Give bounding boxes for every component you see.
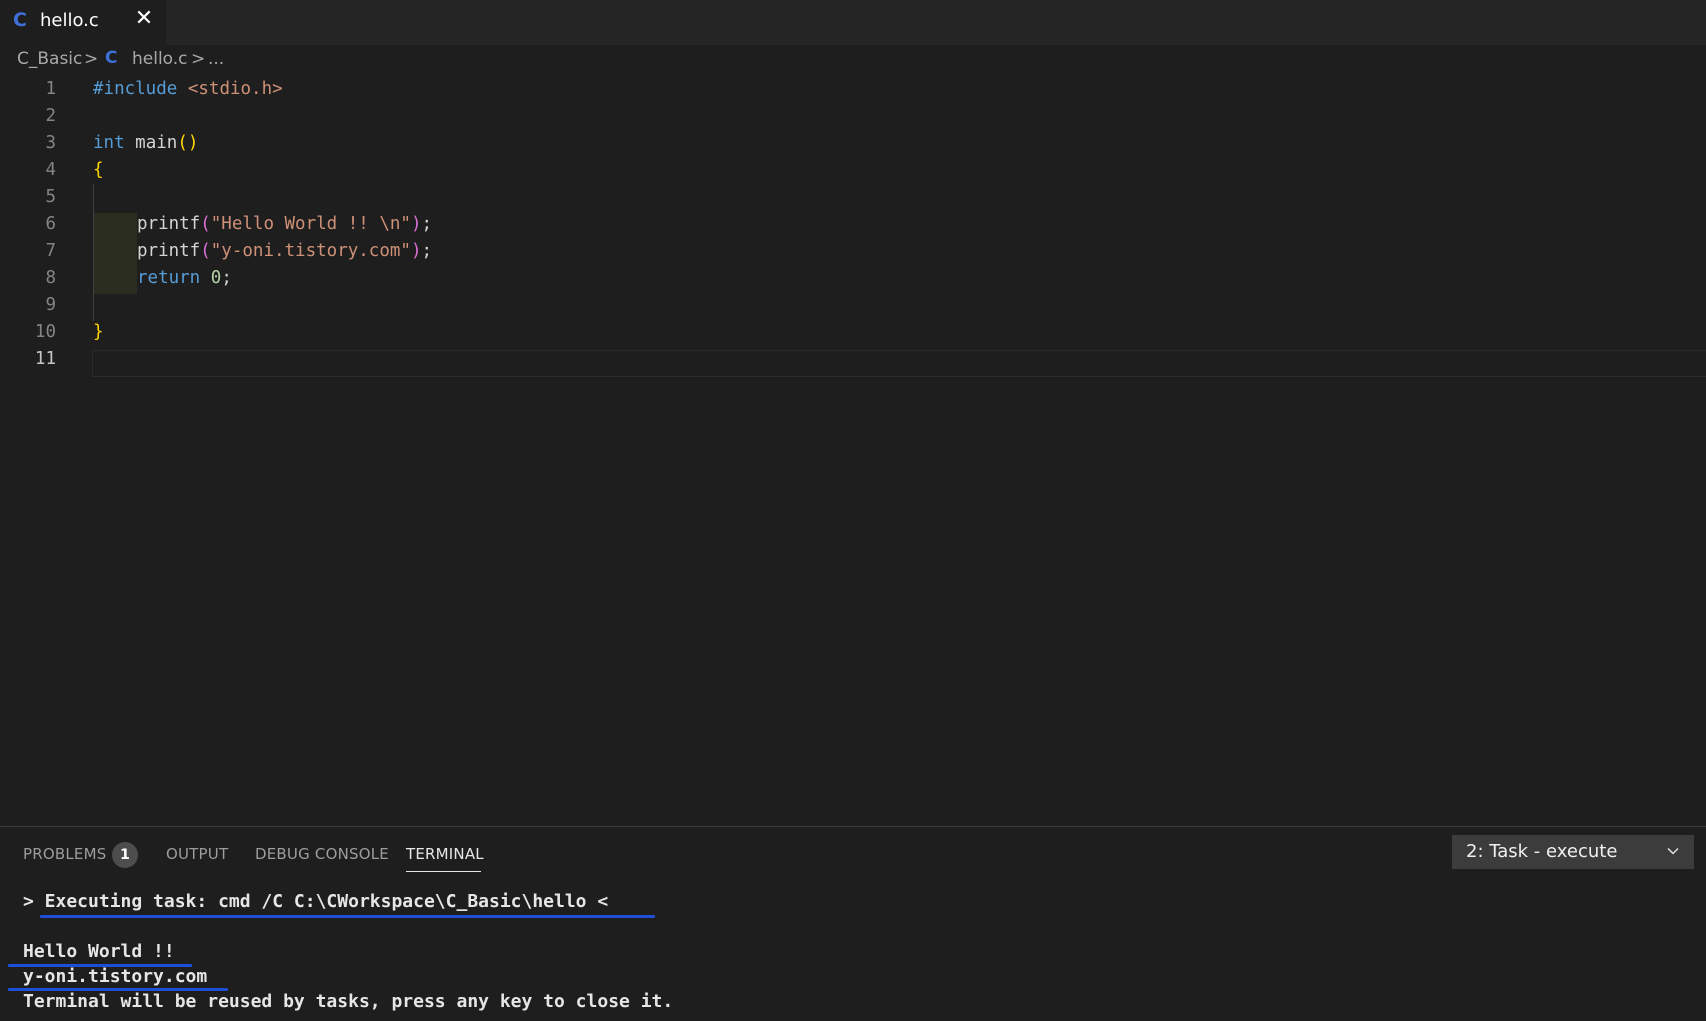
number-literal: 0 <box>210 268 222 288</box>
string-literal: "Hello World !! \n" <box>210 214 411 234</box>
parens: () <box>177 133 199 153</box>
breadcrumb-file[interactable]: hello.c <box>132 49 188 69</box>
include-directive: #include <box>93 79 178 99</box>
line-number: 2 <box>45 106 56 126</box>
semicolon: ; <box>421 241 433 261</box>
terminal-selector-value: 2: Task - execute <box>1466 841 1618 862</box>
close-paren: ) <box>410 241 422 261</box>
code-line-1: #include <stdio.h> <box>93 76 283 103</box>
current-line-highlight <box>92 350 1706 377</box>
call-name: printf <box>137 214 201 234</box>
bottom-panel: PROBLEMS 1 OUTPUT DEBUG CONSOLE TERMINAL… <box>0 826 1706 1021</box>
line-number: 5 <box>45 187 56 207</box>
code-line-3: int main() <box>93 130 198 157</box>
line-number: 10 <box>34 322 56 342</box>
line-number: 7 <box>45 241 56 261</box>
terminal-output-line: y-oni.tistory.com <box>23 966 208 987</box>
include-header: <stdio.h> <box>187 79 283 99</box>
tab-output[interactable]: OUTPUT <box>166 845 228 863</box>
type-keyword: int <box>93 133 125 153</box>
code-line-8: return 0; <box>137 265 232 292</box>
close-brace: } <box>93 322 104 342</box>
code-line-6: printf("Hello World !! \n"); <box>137 211 432 238</box>
highlight-underline <box>40 915 655 918</box>
call-name: printf <box>137 241 201 261</box>
tab-hello-c[interactable]: C hello.c ✕ <box>0 0 166 45</box>
line-number: 6 <box>45 214 56 234</box>
c-file-icon: C <box>13 9 27 31</box>
code-line-7: printf("y-oni.tistory.com"); <box>137 238 432 265</box>
string-literal: "y-oni.tistory.com" <box>210 241 411 261</box>
tab-debug-console[interactable]: DEBUG CONSOLE <box>255 845 389 863</box>
breadcrumb-folder[interactable]: C_Basic <box>17 49 82 69</box>
function-name: main <box>135 133 178 153</box>
line-number: 4 <box>45 160 56 180</box>
close-paren: ) <box>410 214 422 234</box>
open-paren: ( <box>200 241 211 261</box>
terminal-selector[interactable]: 2: Task - execute <box>1452 835 1694 869</box>
code-line-10: } <box>93 319 104 346</box>
line-number: 1 <box>45 79 56 99</box>
chevron-down-icon <box>1667 847 1679 855</box>
active-tab-indicator <box>406 871 481 872</box>
indent-guide <box>93 184 94 321</box>
tab-label: hello.c <box>40 10 99 31</box>
open-paren: ( <box>200 214 211 234</box>
tab-terminal[interactable]: TERMINAL <box>406 845 484 863</box>
line-number: 9 <box>45 295 56 315</box>
editor-tab-bar: C hello.c ✕ <box>0 0 1706 45</box>
indent-highlight <box>93 213 137 294</box>
code-editor[interactable]: 1 2 3 4 5 6 7 8 9 10 11 #include <stdio.… <box>0 74 1706 826</box>
terminal-reuse-message: Terminal will be reused by tasks, press … <box>23 991 674 1012</box>
breadcrumb: C_Basic > C hello.c > ... <box>0 48 600 74</box>
code-line-4: { <box>93 157 104 184</box>
semicolon: ; <box>221 268 232 288</box>
breadcrumb-ellipsis[interactable]: ... <box>208 49 224 69</box>
problems-count-badge: 1 <box>112 842 138 868</box>
line-number: 8 <box>45 268 56 288</box>
return-keyword: return <box>137 268 201 288</box>
open-brace: { <box>93 160 104 180</box>
c-file-icon: C <box>105 48 118 68</box>
terminal-executing-line: > Executing task: cmd /C C:\CWorkspace\C… <box>23 891 609 912</box>
line-number: 3 <box>45 133 56 153</box>
line-number-active: 11 <box>34 349 56 369</box>
chevron-right-icon: > <box>191 49 206 69</box>
close-icon[interactable]: ✕ <box>131 6 157 32</box>
chevron-right-icon: > <box>84 49 99 69</box>
terminal-output-line: Hello World !! <box>23 941 175 962</box>
semicolon: ; <box>421 214 433 234</box>
tab-problems[interactable]: PROBLEMS <box>23 845 106 863</box>
